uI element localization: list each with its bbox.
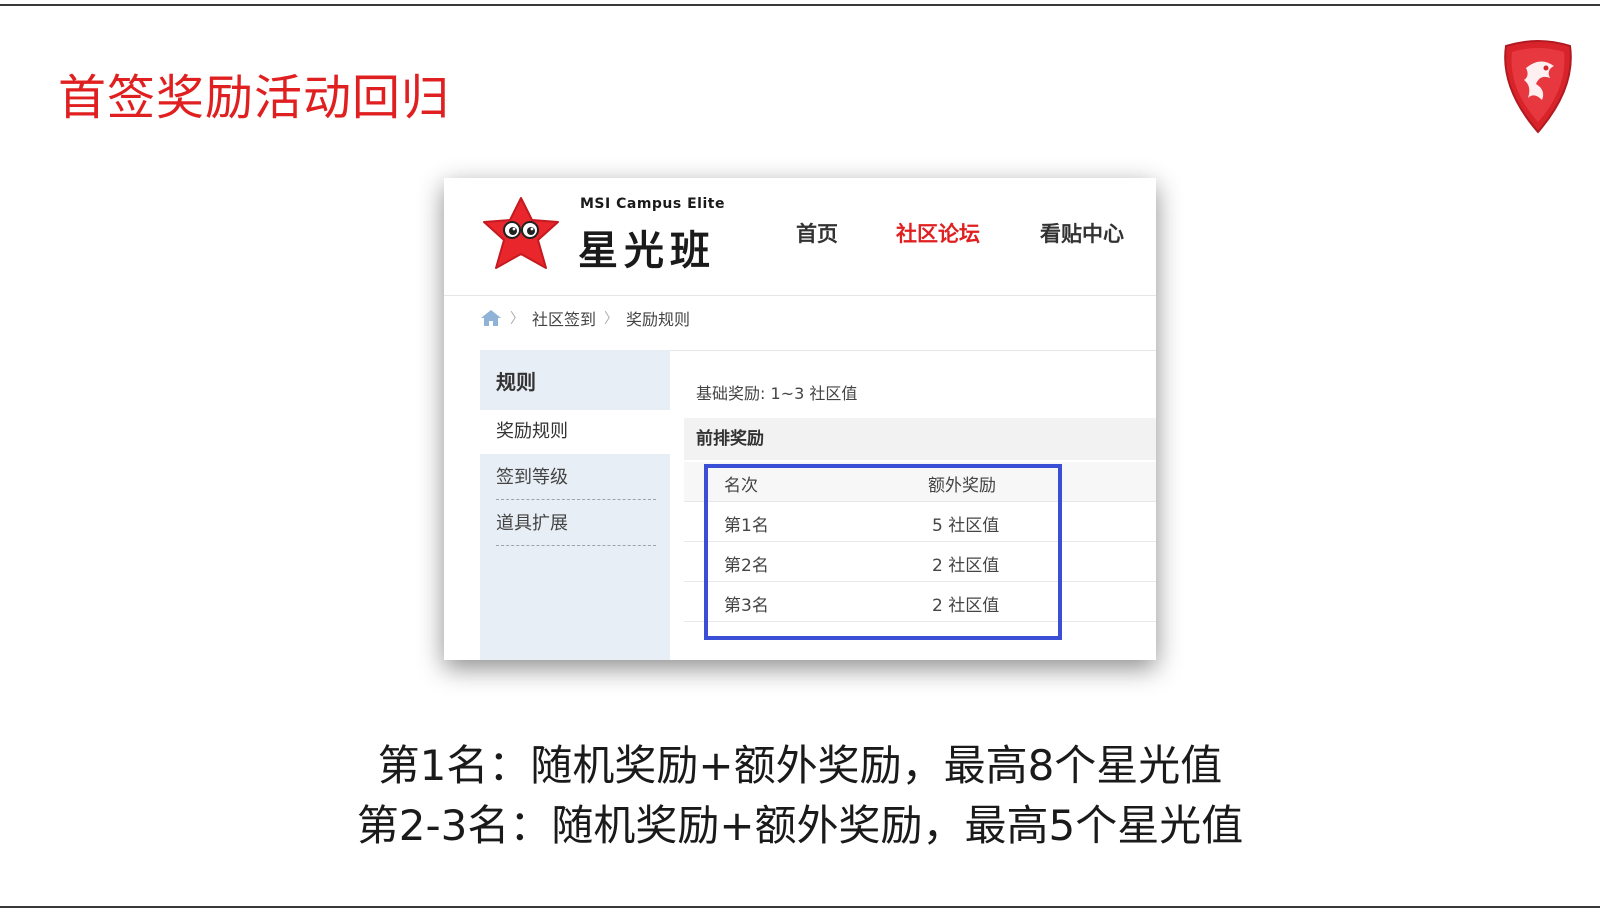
sidebar-title: 规则 <box>496 370 536 394</box>
site-header: MSI Campus Elite 星光班 首页 社区论坛 看贴中心 <box>444 178 1156 296</box>
table-cell-reward: 2 社区值 <box>932 556 1000 576</box>
table-cell-reward: 2 社区值 <box>932 596 1000 616</box>
breadcrumb-separator: 〉 <box>510 311 524 327</box>
table-cell-rank: 第3名 <box>724 596 769 616</box>
divider <box>496 545 656 546</box>
sidebar-item-checkin-levels[interactable]: 签到等级 <box>480 456 670 500</box>
breadcrumb-item-checkin[interactable]: 社区签到 <box>532 306 596 330</box>
rank-reward-table: 名次 额外奖励 第1名 5 社区值 第2名 2 社区值 第3名 2 社区值 <box>684 462 1156 622</box>
brand-subtitle: MSI Campus Elite <box>580 196 725 212</box>
brand-name[interactable]: 星光班 <box>578 218 716 276</box>
sidebar-item-label: 奖励规则 <box>496 421 568 442</box>
breadcrumb-separator: 〉 <box>604 311 619 327</box>
red-star-mascot-icon[interactable] <box>480 196 562 272</box>
table-row: 第2名 2 社区值 <box>684 542 1156 582</box>
breadcrumb: 〉 社区签到 〉 奖励规则 <box>480 306 690 330</box>
caption-first-place: 第1名：随机奖励+额外奖励，最高8个星光值 <box>377 741 1223 790</box>
section-title-front-row-reward: 前排奖励 <box>684 418 1156 460</box>
table-cell-reward: 5 社区值 <box>932 516 1000 536</box>
top-rule <box>0 4 1600 6</box>
sidebar-item-label: 道具扩展 <box>496 513 568 534</box>
sidebar-item-reward-rules[interactable]: 奖励规则 <box>480 410 670 454</box>
home-icon[interactable] <box>480 309 502 327</box>
forum-screenshot: MSI Campus Elite 星光班 首页 社区论坛 看贴中心 〉 社区签到… <box>444 178 1156 660</box>
divider <box>496 499 656 500</box>
divider <box>670 350 1156 351</box>
sidebar-item-item-extensions[interactable]: 道具扩展 <box>480 502 670 546</box>
table-row: 第1名 5 社区值 <box>684 502 1156 542</box>
bottom-rule <box>0 906 1600 908</box>
table-cell-rank: 第1名 <box>724 516 769 536</box>
slide-title: 首签奖励活动回归 <box>58 70 451 126</box>
rules-content: 基础奖励: 1~3 社区值 前排奖励 名次 额外奖励 第1名 5 社区值 第2名… <box>670 350 1156 660</box>
sidebar-item-label: 签到等级 <box>496 467 568 488</box>
rules-sidebar: 规则 奖励规则 签到等级 道具扩展 <box>480 350 670 660</box>
table-header-row: 名次 额外奖励 <box>684 462 1156 502</box>
table-row: 第3名 2 社区值 <box>684 582 1156 622</box>
column-header-rank: 名次 <box>724 476 758 496</box>
nav-community-forum[interactable]: 社区论坛 <box>896 218 980 248</box>
breadcrumb-item-reward-rules[interactable]: 奖励规则 <box>626 306 690 330</box>
base-reward-text: 基础奖励: 1~3 社区值 <box>696 384 858 403</box>
nav-view-posts-center[interactable]: 看贴中心 <box>1040 218 1124 248</box>
caption-second-third-place: 第2-3名：随机奖励+额外奖励，最高5个星光值 <box>356 801 1244 850</box>
nav-home[interactable]: 首页 <box>796 218 838 248</box>
msi-dragon-shield-icon <box>1504 40 1572 134</box>
table-cell-rank: 第2名 <box>724 556 769 576</box>
column-header-extra-reward: 额外奖励 <box>928 476 996 496</box>
